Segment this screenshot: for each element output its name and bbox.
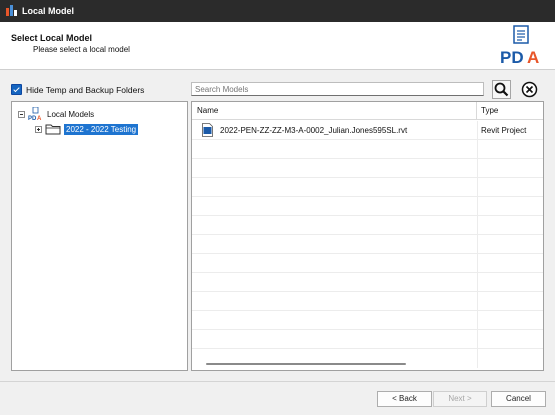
- clear-icon: [521, 81, 538, 98]
- title-bar: Local Model: [0, 0, 555, 22]
- search-input[interactable]: [191, 82, 484, 96]
- empty-row: [192, 254, 543, 273]
- list-item[interactable]: 2022-PEN-ZZ-ZZ-M3-A-0002_Julian.Jones595…: [192, 121, 543, 140]
- svg-text:A: A: [37, 116, 42, 121]
- footer-divider: [0, 381, 555, 382]
- file-name: 2022-PEN-ZZ-ZZ-M3-A-0002_Julian.Jones595…: [220, 126, 408, 135]
- tree-item-label: 2022 - 2022 Testing: [64, 123, 139, 135]
- column-header-type[interactable]: Type: [477, 102, 543, 120]
- folder-icon: [45, 124, 61, 135]
- empty-row: [192, 292, 543, 311]
- file-type: Revit Project: [481, 126, 527, 135]
- empty-row: [192, 140, 543, 159]
- empty-row: [192, 159, 543, 178]
- window-title: Local Model: [22, 6, 75, 16]
- collapse-icon[interactable]: [18, 110, 25, 118]
- tree-root-label: Local Models: [47, 109, 95, 119]
- tree-item-2022-testing[interactable]: 2022 - 2022 Testing: [35, 123, 139, 135]
- rvt-file-icon: [202, 123, 213, 137]
- svg-text:PD: PD: [28, 116, 37, 121]
- horizontal-scrollbar[interactable]: [206, 363, 406, 365]
- page-title: Select Local Model: [11, 33, 93, 43]
- svg-text:A: A: [527, 48, 539, 67]
- back-button[interactable]: < Back: [377, 391, 432, 407]
- empty-row: [192, 235, 543, 254]
- pda-small-icon: PD A: [28, 107, 42, 121]
- search-icon: [494, 82, 509, 97]
- empty-row: [192, 330, 543, 349]
- empty-row: [192, 311, 543, 330]
- cancel-button[interactable]: Cancel: [491, 391, 546, 407]
- next-button[interactable]: Next >: [433, 391, 487, 407]
- empty-row: [192, 273, 543, 292]
- svg-text:PD: PD: [500, 48, 524, 67]
- pda-logo: PD A: [500, 25, 539, 67]
- model-list[interactable]: Name Type 2022-PEN-ZZ-ZZ-M3-A-0002_Julia…: [191, 101, 544, 371]
- hide-temp-checkbox[interactable]: [11, 84, 22, 95]
- page-subtitle: Please select a local model: [33, 45, 130, 54]
- folder-tree[interactable]: PD A Local Models 2022 - 2022 Testing: [11, 101, 188, 371]
- expand-icon[interactable]: [35, 125, 42, 133]
- empty-row: [192, 197, 543, 216]
- tree-root-local-models[interactable]: PD A Local Models: [18, 107, 94, 121]
- hide-temp-label: Hide Temp and Backup Folders: [26, 84, 145, 95]
- empty-row: [192, 178, 543, 197]
- clear-search-button[interactable]: [520, 80, 539, 99]
- hide-temp-checkbox-row[interactable]: Hide Temp and Backup Folders: [11, 84, 144, 95]
- empty-row: [192, 216, 543, 235]
- column-header-name[interactable]: Name: [192, 102, 477, 120]
- search-button[interactable]: [492, 80, 511, 99]
- app-icon: [6, 5, 17, 16]
- empty-row: [192, 349, 543, 368]
- dialog-header: Select Local Model Please select a local…: [0, 22, 555, 70]
